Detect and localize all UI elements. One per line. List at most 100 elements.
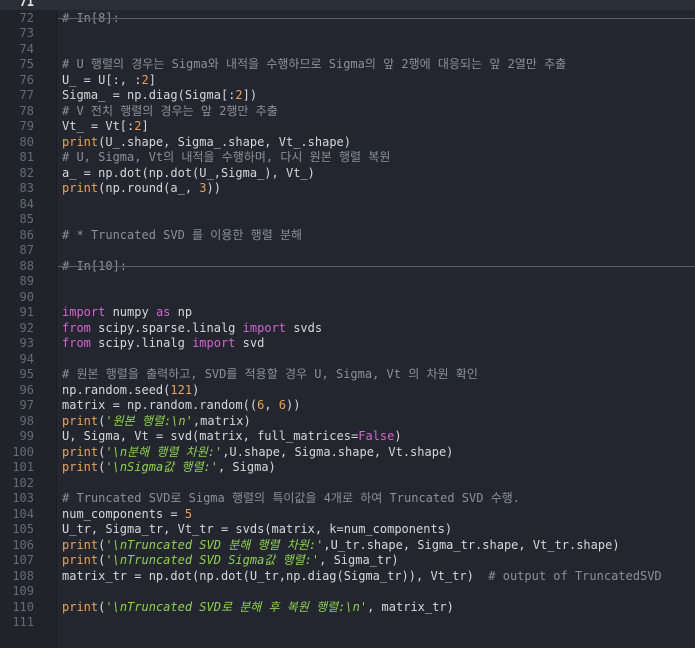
code-text[interactable]: import numpy as np — [62, 304, 192, 320]
code-token: ,matrix) — [192, 413, 251, 428]
code-line[interactable]: 98 print('원본 행렬:\n',matrix) — [0, 413, 695, 429]
code-text[interactable]: print('\nTruncated SVD로 분해 후 복원 행렬:\n', … — [62, 599, 454, 615]
code-token: ) — [394, 429, 402, 443]
code-token: ) — [192, 382, 200, 397]
code-token: 3 — [199, 181, 207, 195]
code-line[interactable]: 75 # U 행렬의 경우는 Sigma와 내적을 수행하므로 Sigma의 앞 … — [0, 56, 695, 72]
line-number: 78 — [19, 103, 34, 118]
code-text[interactable]: matrix_tr = np.dot(np.dot(U_tr,np.diag(S… — [62, 568, 662, 584]
code-token: numpy — [105, 305, 156, 319]
code-token: print — [62, 134, 99, 149]
code-line[interactable]: 91 import numpy as np — [0, 304, 695, 320]
code-text[interactable]: print('\nTruncated SVD 분해 행렬 차원:',U_tr.s… — [62, 537, 620, 553]
line-number: 79 — [19, 119, 34, 133]
code-text[interactable]: np.random.seed(121) — [62, 382, 199, 398]
code-text[interactable]: Vt_ = Vt[:2] — [62, 118, 149, 134]
line-number: 105 — [12, 522, 34, 536]
code-text[interactable]: print(np.round(a_, 3)) — [62, 180, 221, 196]
line-number: 94 — [19, 351, 34, 366]
line-number: 77 — [19, 88, 34, 102]
code-token: U_ = U[:, : — [62, 72, 142, 87]
code-text[interactable]: # U 행렬의 경우는 Sigma와 내적을 수행하므로 Sigma의 앞 2행… — [62, 56, 566, 72]
code-line[interactable]: 90 — [0, 289, 695, 305]
code-token: svds — [285, 320, 323, 335]
code-token: # V 전치 행렬의 경우는 앞 2행만 추출 — [62, 103, 278, 118]
code-text[interactable]: # V 전치 행렬의 경우는 앞 2행만 추출 — [62, 103, 278, 119]
code-line[interactable]: 97 matrix = np.random.random((6, 6)) — [0, 397, 695, 413]
code-line[interactable]: 84 — [0, 196, 695, 212]
code-line[interactable]: 103 # Truncated SVD로 Sigma 행렬의 특이값을 4개로 하… — [0, 490, 695, 506]
code-token: 2 — [141, 72, 149, 87]
code-line[interactable]: 111 — [0, 614, 695, 630]
code-line[interactable]: 110 print('\nTruncated SVD로 분해 후 복원 행렬:\n… — [0, 599, 695, 615]
code-token: ' — [105, 413, 113, 428]
code-line[interactable]: 87 — [0, 242, 695, 258]
code-line[interactable]: 95 # 원본 행렬을 출력하고, SVD를 적용할 경우 U, Sigma, V… — [0, 366, 695, 382]
code-line[interactable]: 81 # U, Sigma, Vt의 내적을 수행하며, 다시 원본 행렬 복원 — [0, 149, 695, 165]
code-token: # output of TruncatedSVD — [488, 568, 662, 583]
code-line[interactable]: 93 from scipy.linalg import svd — [0, 335, 695, 351]
code-line[interactable]: 77 Sigma_ = np.diag(Sigma[:2]) — [0, 87, 695, 103]
line-number: 100 — [12, 444, 34, 459]
code-text[interactable]: from scipy.linalg import svd — [62, 335, 264, 351]
code-token: \nSigma값 행렬: — [112, 460, 211, 474]
code-token: ' — [210, 460, 218, 474]
code-line[interactable]: 94 — [0, 351, 695, 367]
code-token: ' — [359, 599, 368, 614]
code-text[interactable]: # Truncated SVD로 Sigma 행렬의 특이값을 4개로 하여 T… — [62, 490, 520, 506]
code-line[interactable]: 102 — [0, 475, 695, 491]
code-line[interactable]: 104 num_components = 5 — [0, 506, 695, 522]
code-line[interactable]: 79 Vt_ = Vt[:2] — [0, 118, 695, 134]
code-line[interactable]: 107 print('\nTruncated SVD Sigma값 행렬:', S… — [0, 552, 695, 568]
code-line[interactable]: 106 print('\nTruncated SVD 분해 행렬 차원:',U_t… — [0, 537, 695, 553]
code-text[interactable]: print('\n분해 행렬 차원:',U.shape, Sigma.shape… — [62, 444, 453, 460]
code-line[interactable]: 78 # V 전치 행렬의 경우는 앞 2행만 추출 — [0, 103, 695, 119]
code-line[interactable]: 105 U_tr, Sigma_tr, Vt_tr = svds(matrix, … — [0, 521, 695, 537]
line-number: 97 — [19, 398, 34, 412]
code-text[interactable]: Sigma_ = np.diag(Sigma[:2]) — [62, 87, 257, 103]
code-line[interactable]: 101 print('\nSigma값 행렬:', Sigma) — [0, 459, 695, 475]
code-text[interactable]: a_ = np.dot(np.dot(U_,Sigma_), Vt_) — [62, 165, 315, 181]
line-number: 83 — [19, 181, 34, 195]
code-text[interactable]: print(U_.shape, Sigma_.shape, Vt_.shape) — [62, 134, 351, 150]
code-token: Vt_ = Vt[: — [62, 119, 135, 133]
code-line[interactable]: 99 U, Sigma, Vt = svd(matrix, full_matric… — [0, 428, 695, 444]
code-line[interactable]: 109 — [0, 583, 695, 599]
code-text[interactable]: num_components = 5 — [62, 506, 192, 522]
line-number: 99 — [19, 429, 34, 443]
code-line[interactable]: 100 print('\n분해 행렬 차원:',U.shape, Sigma.sh… — [0, 444, 695, 460]
code-line[interactable]: 80 print(U_.shape, Sigma_.shape, Vt_.shap… — [0, 134, 695, 150]
code-line[interactable]: 92 from scipy.sparse.linalg import svds — [0, 320, 695, 336]
code-line[interactable]: 96 np.random.seed(121) — [0, 382, 695, 398]
code-line[interactable]: 74 — [0, 41, 695, 57]
code-text[interactable]: U_tr, Sigma_tr, Vt_tr = svds(matrix, k=n… — [62, 521, 452, 537]
code-line[interactable]: 85 — [0, 211, 695, 227]
code-text[interactable]: print('\nSigma값 행렬:', Sigma) — [62, 459, 276, 475]
code-line[interactable]: 73 — [0, 25, 695, 41]
code-token: U_tr, Sigma_tr, Vt_tr = svds(matrix, k=n… — [62, 522, 453, 536]
code-text[interactable]: print('\nTruncated SVD Sigma값 행렬:', Sigm… — [62, 552, 399, 568]
code-text[interactable]: matrix = np.random.random((6, 6)) — [62, 397, 300, 413]
code-line[interactable]: 89 — [0, 273, 695, 289]
line-number: 104 — [12, 506, 34, 521]
code-text[interactable] — [62, 0, 91, 10]
code-text[interactable]: print('원본 행렬:\n',matrix) — [62, 413, 251, 429]
code-token: from — [62, 336, 91, 350]
code-token: ]) — [242, 88, 258, 102]
code-text[interactable]: U, Sigma, Vt = svd(matrix, full_matrices… — [62, 428, 402, 444]
code-line[interactable]: 83 print(np.round(a_, 3)) — [0, 180, 695, 196]
code-text[interactable]: # U, Sigma, Vt의 내적을 수행하며, 다시 원본 행렬 복원 — [62, 149, 390, 165]
code-line[interactable]: 76 U_ = U[:, :2] — [0, 72, 695, 88]
code-editor[interactable]: 71 72 # In[8]: 73 74 75 # U 행렬의 경우는 Sigma와 내적… — [0, 0, 695, 648]
line-number: 102 — [12, 475, 34, 490]
code-line[interactable]: 82 a_ = np.dot(np.dot(U_,Sigma_), Vt_) — [0, 165, 695, 181]
code-token: U, Sigma, Vt = svd(matrix, full_matrices… — [62, 429, 359, 443]
code-text[interactable]: from scipy.sparse.linalg import svds — [62, 320, 322, 336]
code-line[interactable]: 108 matrix_tr = np.dot(np.dot(U_tr,np.dia… — [0, 568, 695, 584]
code-text[interactable]: # * Truncated SVD 를 이용한 행렬 분해 — [62, 227, 302, 243]
code-text[interactable]: # 원본 행렬을 출력하고, SVD를 적용할 경우 U, Sigma, Vt … — [62, 366, 478, 382]
code-text[interactable]: U_ = U[:, :2] — [62, 72, 156, 88]
code-line[interactable]: 86 # * Truncated SVD 를 이용한 행렬 분해 — [0, 227, 695, 243]
code-line[interactable]: 71 — [0, 0, 695, 10]
